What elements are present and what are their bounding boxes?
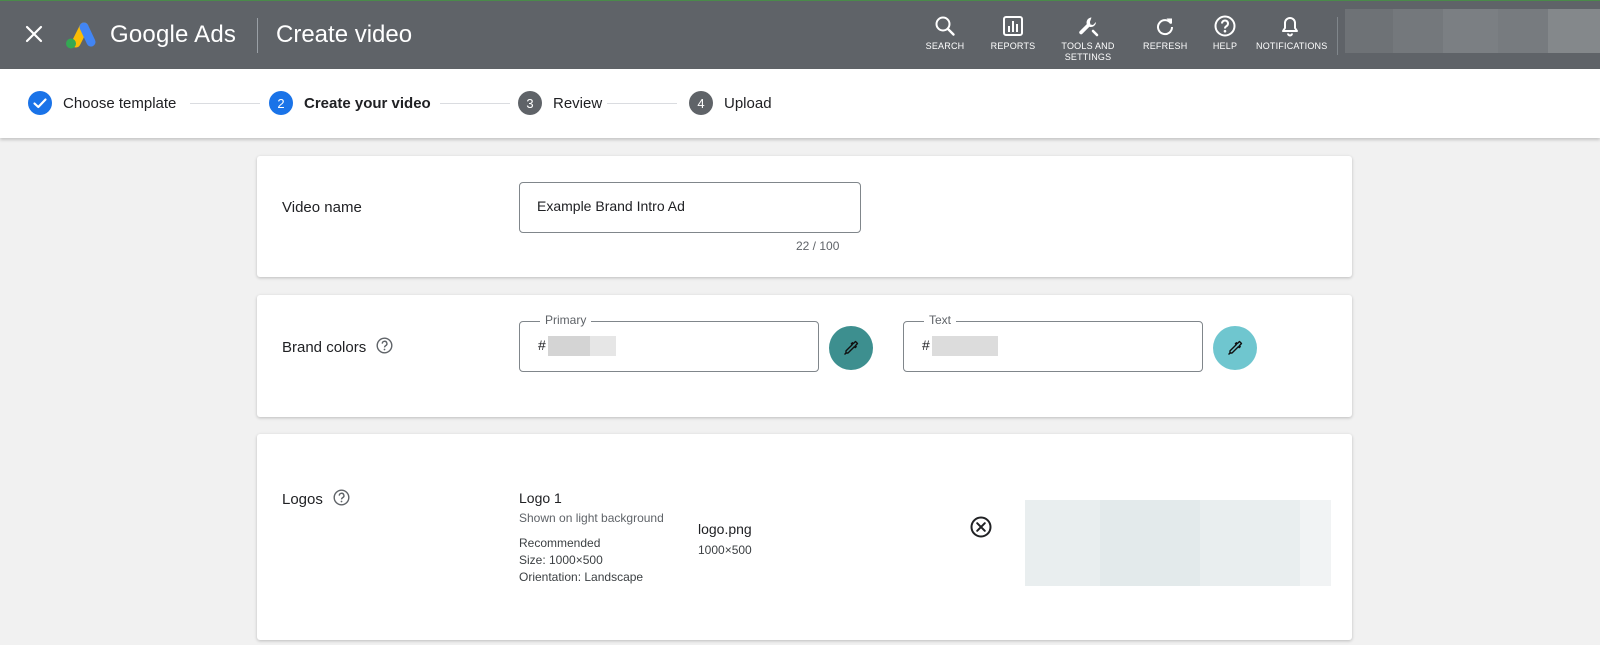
- logo-recommendations: Recommended Size: 1000×500 Orientation: …: [519, 535, 643, 586]
- redacted-value: [932, 336, 998, 356]
- notifications-button[interactable]: NOTIFICATIONS: [1256, 15, 1328, 52]
- logos-card: Logos Logo 1 Shown on light background R…: [257, 434, 1352, 640]
- step-label: Create your video: [304, 94, 431, 112]
- bell-icon: [1282, 17, 1298, 37]
- step-label: Choose template: [63, 94, 177, 112]
- video-name-input[interactable]: Example Brand Intro Ad: [519, 182, 861, 233]
- logos-label: Logos: [282, 489, 350, 510]
- tools-label: TOOLS AND: [1061, 41, 1115, 51]
- logo-file-name: logo.png: [698, 521, 752, 537]
- logo-title: Logo 1: [519, 490, 562, 506]
- text-eyedropper-button[interactable]: [1213, 326, 1257, 370]
- help-icon: [1214, 15, 1236, 37]
- account-divider: [1337, 17, 1338, 55]
- eyedropper-icon: [1228, 340, 1243, 355]
- help-label: HELP: [1212, 41, 1238, 51]
- brand-ads-text: Ads: [194, 21, 237, 48]
- step-label: Review: [553, 94, 603, 112]
- primary-color-input[interactable]: Primary #: [519, 313, 819, 372]
- tools-and-settings-button[interactable]: TOOLS AND SETTINGS: [1060, 15, 1116, 63]
- primary-eyedropper-button[interactable]: [829, 326, 873, 370]
- video-name-label: Video name: [282, 199, 362, 216]
- stepper: Choose template 2 Create your video 3 Re…: [0, 69, 1600, 138]
- character-counter: 22 / 100: [796, 239, 840, 253]
- step-create-video[interactable]: 2 Create your video: [269, 91, 431, 115]
- primary-color-legend: Primary: [540, 313, 592, 327]
- video-name-card: Video name Example Brand Intro Ad 22 / 1…: [257, 156, 1352, 277]
- brand-colors-text: Brand colors: [282, 339, 367, 356]
- search-button[interactable]: SEARCH: [925, 15, 965, 52]
- step-connector: [607, 103, 677, 104]
- logos-text: Logos: [282, 491, 323, 508]
- logo-subtitle: Shown on light background: [519, 511, 664, 525]
- help-circle-icon[interactable]: [376, 337, 393, 358]
- refresh-icon: [1157, 18, 1174, 36]
- check-icon: [28, 91, 52, 115]
- title-divider: [257, 18, 258, 53]
- step-number: 4: [689, 91, 713, 115]
- brand-colors-label: Brand colors: [282, 337, 393, 358]
- close-icon[interactable]: [24, 24, 44, 44]
- wrench-icon: [1079, 17, 1099, 37]
- reports-icon: [1003, 16, 1023, 36]
- video-name-value: Example Brand Intro Ad: [537, 198, 685, 214]
- google-ads-logo-icon: [64, 20, 98, 50]
- logo-preview-image: [1025, 500, 1331, 586]
- step-connector: [190, 103, 260, 104]
- step-choose-template[interactable]: Choose template: [28, 91, 176, 115]
- reports-button[interactable]: REPORTS: [990, 15, 1036, 52]
- account-info-redacted[interactable]: [1345, 9, 1600, 53]
- hash-prefix: #: [922, 337, 930, 353]
- remove-logo-button[interactable]: [969, 515, 993, 544]
- step-upload[interactable]: 4 Upload: [689, 91, 772, 115]
- brand-google-text: Google: [110, 21, 189, 48]
- eyedropper-icon: [844, 340, 859, 355]
- redacted-value: [548, 336, 590, 356]
- refresh-label: REFRESH: [1143, 41, 1188, 51]
- product-name: Google Ads: [110, 21, 236, 49]
- step-number: 3: [518, 91, 542, 115]
- recommended-orientation: Orientation: Landscape: [519, 570, 644, 584]
- help-button[interactable]: HELP: [1207, 15, 1243, 52]
- step-label: Upload: [724, 94, 772, 112]
- settings-label: SETTINGS: [1064, 52, 1112, 62]
- close-circle-icon: [970, 516, 992, 538]
- top-app-bar: Google Ads Create video SEARCH REPORTS T…: [0, 0, 1600, 69]
- help-circle-icon[interactable]: [333, 489, 350, 510]
- step-number: 2: [269, 91, 293, 115]
- search-icon: [935, 16, 955, 36]
- reports-label: REPORTS: [990, 41, 1036, 51]
- notifications-label: NOTIFICATIONS: [1256, 41, 1328, 51]
- step-review[interactable]: 3 Review: [518, 91, 602, 115]
- page-title: Create video: [276, 21, 413, 48]
- redacted-value: [590, 336, 616, 356]
- hash-prefix: #: [538, 337, 546, 353]
- recommended-text: Recommended: [519, 536, 601, 550]
- refresh-button[interactable]: REFRESH: [1143, 15, 1187, 52]
- text-color-input[interactable]: Text #: [903, 313, 1203, 372]
- text-color-legend: Text: [924, 313, 957, 327]
- brand-colors-card: Brand colors Primary # Text #: [257, 295, 1352, 417]
- logo-file-dimensions: 1000×500: [698, 543, 752, 557]
- search-label: SEARCH: [925, 41, 965, 51]
- step-connector: [440, 103, 510, 104]
- recommended-size: Size: 1000×500: [519, 553, 603, 567]
